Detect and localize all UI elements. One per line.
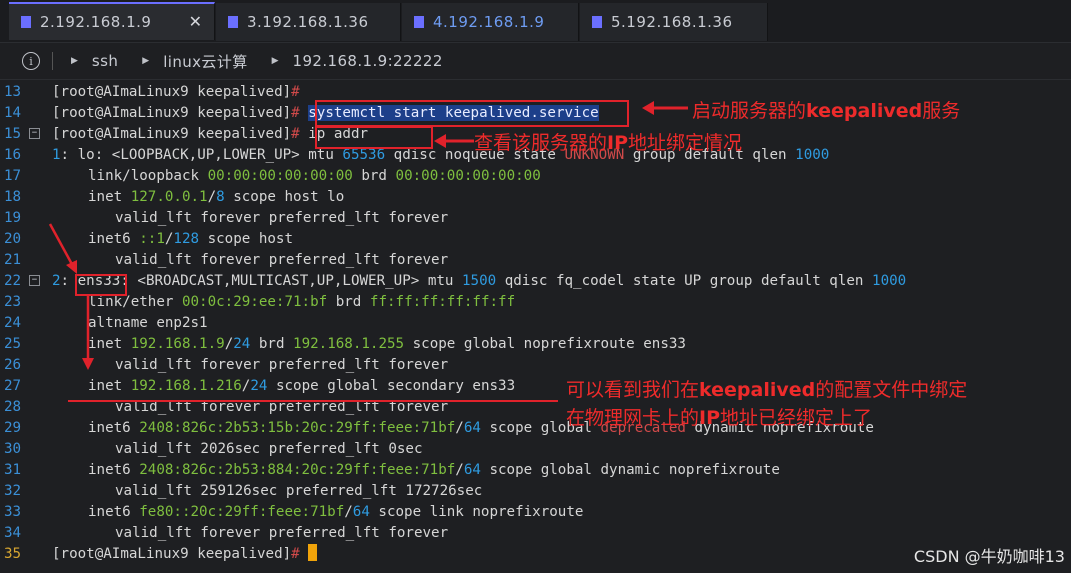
tab-session-4[interactable]: 4.192.168.1.9	[402, 3, 579, 41]
line-number: 24	[4, 315, 22, 331]
terminal-line: 21 valid_lft forever preferred_lft foreve…	[0, 250, 1071, 271]
line-text: link/ether 00:0c:29:ee:71:bf brd ff:ff:f…	[88, 294, 516, 310]
terminal-line: 24 altname enp2s1	[0, 313, 1071, 334]
highlight-box-ip-addr	[315, 126, 433, 149]
line-text: [root@AImaLinux9 keepalived]#	[52, 84, 300, 100]
terminal-line: 35 [root@AImaLinux9 keepalived]#	[0, 544, 1071, 565]
terminal-line: 29 inet6 2408:826c:2b53:15b:20c:29ff:feee…	[0, 418, 1071, 439]
line-text: valid_lft forever preferred_lft forever	[115, 252, 449, 268]
line-number: 19	[4, 210, 22, 226]
annotation-start-service: 启动服务器的keepalived服务	[692, 100, 961, 122]
line-text: inet 192.168.1.9/24 brd 192.168.1.255 sc…	[88, 336, 686, 352]
line-text: 2: ens33: <BROADCAST,MULTICAST,UP,LOWER_…	[52, 273, 907, 289]
terminal-line: 18 inet 127.0.0.1/8 scope host lo	[0, 187, 1071, 208]
chevron-right-icon: ▶	[271, 56, 279, 66]
tab-label: 5.192.168.1.36	[611, 13, 733, 31]
line-text: inet6 2408:826c:2b53:884:20c:29ff:feee:7…	[88, 462, 780, 478]
line-number: 15	[4, 126, 22, 142]
line-number: 25	[4, 336, 22, 352]
line-number: 26	[4, 357, 22, 373]
tab-session-2[interactable]: 2.192.168.1.9 ✕	[9, 2, 215, 40]
breadcrumb-item-host[interactable]: 192.168.1.9:22222	[293, 52, 443, 70]
terminal-line: 33 inet6 fe80::20c:29ff:feee:71bf/64 scop…	[0, 502, 1071, 523]
line-text: valid_lft 259126sec preferred_lft 172726…	[115, 483, 483, 499]
line-text: altname enp2s1	[88, 315, 208, 331]
line-number: 32	[4, 483, 22, 499]
line-number: 29	[4, 420, 22, 436]
session-icon	[414, 16, 424, 28]
line-number: 27	[4, 378, 22, 394]
line-number: 20	[4, 231, 22, 247]
highlight-box-start-command	[315, 100, 629, 127]
tab-label: 2.192.168.1.9	[40, 13, 152, 31]
info-icon[interactable]: i	[22, 52, 40, 70]
line-number: 14	[4, 105, 22, 121]
divider	[52, 52, 53, 70]
terminal-line: 22− 2: ens33: <BROADCAST,MULTICAST,UP,LOW…	[0, 271, 1071, 292]
line-text: valid_lft 2026sec preferred_lft 0sec	[115, 441, 423, 457]
tab-bar: 2.192.168.1.9 ✕ 3.192.168.1.36 4.192.168…	[0, 0, 1071, 43]
line-number: 23	[4, 294, 22, 310]
line-number: 17	[4, 168, 22, 184]
terminal-line: 32 valid_lft 259126sec preferred_lft 1727…	[0, 481, 1071, 502]
line-number: 30	[4, 441, 22, 457]
line-text: inet6 fe80::20c:29ff:feee:71bf/64 scope …	[88, 504, 584, 520]
tab-label: 3.192.168.1.36	[247, 13, 369, 31]
line-number: 31	[4, 462, 22, 478]
terminal-line: 34 valid_lft forever preferred_lft foreve…	[0, 523, 1071, 544]
chevron-right-icon: ▶	[142, 56, 150, 66]
line-number: 13	[4, 84, 22, 100]
annotation-view-ip: 查看该服务器的IP地址绑定情况	[474, 132, 743, 154]
session-icon	[592, 16, 602, 28]
line-number: 35	[4, 546, 22, 562]
line-number: 18	[4, 189, 22, 205]
line-text: link/loopback 00:00:00:00:00:00 brd 00:0…	[88, 168, 541, 184]
breadcrumb-item-group[interactable]: linux云计算	[163, 51, 247, 72]
annotation-vip-line1: 可以看到我们在keepalived的配置文件中绑定	[566, 379, 968, 401]
line-text: [root@AImaLinux9 keepalived]#	[52, 544, 318, 565]
terminal-output[interactable]: 13 [root@AImaLinux9 keepalived]# 14 [root@A…	[0, 82, 1071, 573]
line-text: valid_lft forever preferred_lft forever	[115, 399, 449, 415]
line-number: 34	[4, 525, 22, 541]
line-text: valid_lft forever preferred_lft forever	[115, 210, 449, 226]
terminal-line: 19 valid_lft forever preferred_lft foreve…	[0, 208, 1071, 229]
tab-session-3[interactable]: 3.192.168.1.36	[216, 3, 401, 41]
line-number: 21	[4, 252, 22, 268]
watermark: CSDN @牛奶咖啡13	[913, 547, 1065, 566]
line-text: valid_lft forever preferred_lft forever	[115, 357, 449, 373]
breadcrumb: i ▶ ssh ▶ linux云计算 ▶ 192.168.1.9:22222	[0, 43, 1071, 80]
line-text: inet 192.168.1.216/24 scope global secon…	[88, 378, 516, 394]
line-number: 16	[4, 147, 22, 163]
tab-label: 4.192.168.1.9	[433, 13, 545, 31]
line-text: inet 127.0.0.1/8 scope host lo	[88, 189, 345, 205]
terminal-line: 31 inet6 2408:826c:2b53:884:20c:29ff:feee…	[0, 460, 1071, 481]
line-text: valid_lft forever preferred_lft forever	[115, 525, 449, 541]
fold-toggle-icon[interactable]: −	[29, 275, 40, 286]
terminal-line: 25 inet 192.168.1.9/24 brd 192.168.1.255 …	[0, 334, 1071, 355]
terminal-line: 20 inet6 ::1/128 scope host	[0, 229, 1071, 250]
session-icon	[21, 16, 31, 28]
close-icon[interactable]: ✕	[189, 12, 202, 31]
line-number: 33	[4, 504, 22, 520]
highlight-box-ens33	[75, 274, 127, 296]
line-text: inet6 ::1/128 scope host	[88, 231, 294, 247]
tab-session-5[interactable]: 5.192.168.1.36	[580, 3, 768, 41]
chevron-right-icon: ▶	[71, 56, 78, 66]
session-icon	[228, 16, 238, 28]
annotation-vip-line2: 在物理网卡上的IP地址已经绑定上了	[566, 407, 873, 429]
line-number: 28	[4, 399, 22, 415]
terminal-line: 17 link/loopback 00:00:00:00:00:00 brd 00…	[0, 166, 1071, 187]
terminal-line: 30 valid_lft 2026sec preferred_lft 0sec	[0, 439, 1071, 460]
terminal-line: 23 link/ether 00:0c:29:ee:71:bf brd ff:ff…	[0, 292, 1071, 313]
line-number: 22	[4, 273, 22, 289]
breadcrumb-item-ssh[interactable]: ssh	[92, 52, 118, 70]
fold-toggle-icon[interactable]: −	[29, 128, 40, 139]
terminal-line: 26 valid_lft forever preferred_lft foreve…	[0, 355, 1071, 376]
